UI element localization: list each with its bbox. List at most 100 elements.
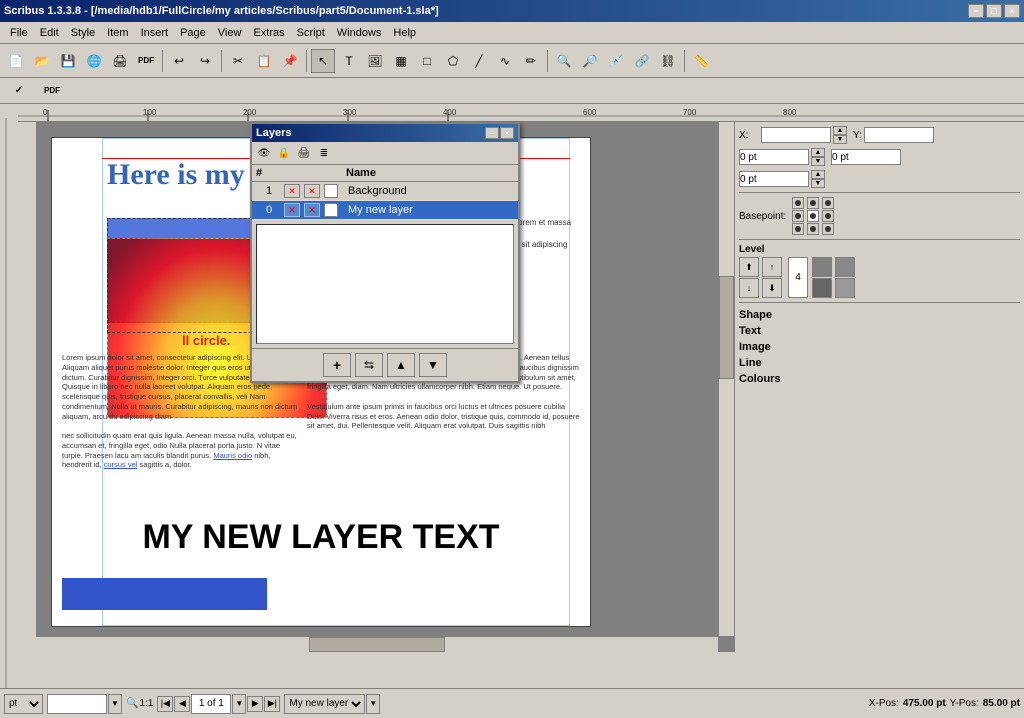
line-tool[interactable]: ╱ — [467, 49, 491, 73]
zoom-input[interactable]: 100.00 % — [47, 694, 107, 714]
table-tool[interactable]: ▦ — [389, 49, 413, 73]
bezier-tool[interactable]: ∿ — [493, 49, 517, 73]
level-btn-2[interactable] — [835, 257, 855, 277]
layers-close-button[interactable]: × — [500, 127, 514, 139]
measure-button[interactable]: 📏 — [689, 49, 713, 73]
web-button[interactable]: 🌐 — [82, 49, 106, 73]
r-spin-down[interactable]: ▼ — [811, 179, 825, 188]
layers-add-button[interactable]: + — [323, 353, 351, 377]
layers-link-button[interactable]: ⇆ — [355, 353, 383, 377]
pdf-button[interactable]: PDF — [134, 49, 158, 73]
layers-tool-flow[interactable]: ≣ — [314, 144, 334, 162]
undo-button[interactable]: ↩ — [167, 49, 191, 73]
level-btn-4[interactable] — [835, 278, 855, 298]
scrollbar-horizontal[interactable] — [36, 636, 718, 652]
x-spin-up[interactable]: ▲ — [833, 126, 847, 135]
layer-dropdown[interactable]: ▼ — [366, 694, 380, 714]
layers-tool-lock[interactable]: 🔒 — [274, 144, 294, 162]
width-input[interactable] — [739, 149, 809, 165]
menu-page[interactable]: Page — [174, 25, 212, 41]
layer-row-background[interactable]: 1 ✕ ✕ Background — [252, 182, 518, 201]
select-tool[interactable]: ↖ — [311, 49, 335, 73]
minimize-button[interactable]: − — [968, 4, 984, 18]
page-first-button[interactable]: |◀ — [157, 696, 173, 712]
layer-lock-btn-1[interactable]: ✕ — [304, 203, 320, 217]
layer-vis-btn-1[interactable]: ✕ — [284, 203, 300, 217]
copy-button[interactable]: 📋 — [252, 49, 276, 73]
page-next-button[interactable]: ▶ — [247, 696, 263, 712]
layers-up-button[interactable]: ▲ — [387, 353, 415, 377]
text-tool[interactable]: T — [337, 49, 361, 73]
bp-5[interactable] — [822, 210, 834, 222]
image-tool[interactable]: 🖼 — [363, 49, 387, 73]
y-input[interactable] — [864, 127, 934, 143]
bp-7[interactable] — [807, 223, 819, 235]
cut-button[interactable]: ✂ — [226, 49, 250, 73]
menu-item[interactable]: Item — [101, 25, 134, 41]
bp-6[interactable] — [792, 223, 804, 235]
level-btn-1[interactable] — [812, 257, 832, 277]
layers-tool-eye[interactable]: 👁 — [254, 144, 274, 162]
new-button[interactable]: 📄 — [4, 49, 28, 73]
w-spin-up[interactable]: ▲ — [811, 148, 825, 157]
eye-dropper-button[interactable]: 💉 — [604, 49, 628, 73]
link-button[interactable]: 🔗 — [630, 49, 654, 73]
menu-file[interactable]: File — [4, 25, 34, 41]
scrollbar-vertical[interactable] — [718, 122, 734, 636]
height-input[interactable] — [831, 149, 901, 165]
colours-section[interactable]: Colours — [739, 371, 1020, 387]
page-last-button[interactable]: ▶| — [264, 696, 280, 712]
level-backward[interactable]: ↓ — [739, 278, 759, 298]
layers-tool-print[interactable]: 🖨 — [294, 144, 314, 162]
bp-1[interactable] — [807, 197, 819, 209]
image-section[interactable]: Image — [739, 339, 1020, 355]
r-spin-up[interactable]: ▲ — [811, 170, 825, 179]
bp-8[interactable] — [822, 223, 834, 235]
page-dropdown[interactable]: ▼ — [232, 694, 246, 714]
unlink-button[interactable]: ⛓ — [656, 49, 680, 73]
paste-button[interactable]: 📌 — [278, 49, 302, 73]
line-section[interactable]: Line — [739, 355, 1020, 371]
level-btn-3[interactable] — [812, 278, 832, 298]
menu-view[interactable]: View — [212, 25, 248, 41]
x-input[interactable] — [761, 127, 831, 143]
rotation-input[interactable] — [739, 171, 809, 187]
open-button[interactable]: 📂 — [30, 49, 54, 73]
save-button[interactable]: 💾 — [56, 49, 80, 73]
zoom-in-button[interactable]: 🔍 — [552, 49, 576, 73]
menu-help[interactable]: Help — [387, 25, 422, 41]
level-forward[interactable]: ↑ — [762, 257, 782, 277]
freehand-tool[interactable]: ✏ — [519, 49, 543, 73]
page-prev-button[interactable]: ◀ — [174, 696, 190, 712]
bp-2[interactable] — [822, 197, 834, 209]
w-spin-down[interactable]: ▼ — [811, 157, 825, 166]
layer-lock-btn-0[interactable]: ✕ — [304, 184, 320, 198]
bp-0[interactable] — [792, 197, 804, 209]
menu-windows[interactable]: Windows — [331, 25, 388, 41]
level-front[interactable]: ⬆ — [739, 257, 759, 277]
page-input[interactable]: 1 of 1 — [191, 694, 231, 714]
layers-minimize-button[interactable]: − — [485, 127, 499, 139]
print-button[interactable]: 🖨 — [108, 49, 132, 73]
ok-button[interactable]: ✓ — [4, 79, 34, 103]
layers-down-button[interactable]: ▼ — [419, 353, 447, 377]
polygon-tool[interactable]: ⬠ — [441, 49, 465, 73]
layer-row-new[interactable]: 0 ✕ ✕ My new layer — [252, 201, 518, 220]
unit-select[interactable]: pt mm cm in — [4, 694, 43, 714]
bp-3[interactable] — [792, 210, 804, 222]
menu-style[interactable]: Style — [65, 25, 101, 41]
shape-section[interactable]: Shape — [739, 307, 1020, 323]
redo-button[interactable]: ↪ — [193, 49, 217, 73]
level-back[interactable]: ⬇ — [762, 278, 782, 298]
layer-select[interactable]: My new layer Background — [284, 694, 365, 714]
menu-edit[interactable]: Edit — [34, 25, 65, 41]
zoom-out-button[interactable]: 🔎 — [578, 49, 602, 73]
menu-insert[interactable]: Insert — [135, 25, 175, 41]
bp-4[interactable] — [807, 210, 819, 222]
zoom-dropdown[interactable]: ▼ — [108, 694, 122, 714]
text-section[interactable]: Text — [739, 323, 1020, 339]
maximize-button[interactable]: □ — [986, 4, 1002, 18]
x-spin-down[interactable]: ▼ — [833, 135, 847, 144]
layer-vis-btn-0[interactable]: ✕ — [284, 184, 300, 198]
close-button[interactable]: × — [1004, 4, 1020, 18]
